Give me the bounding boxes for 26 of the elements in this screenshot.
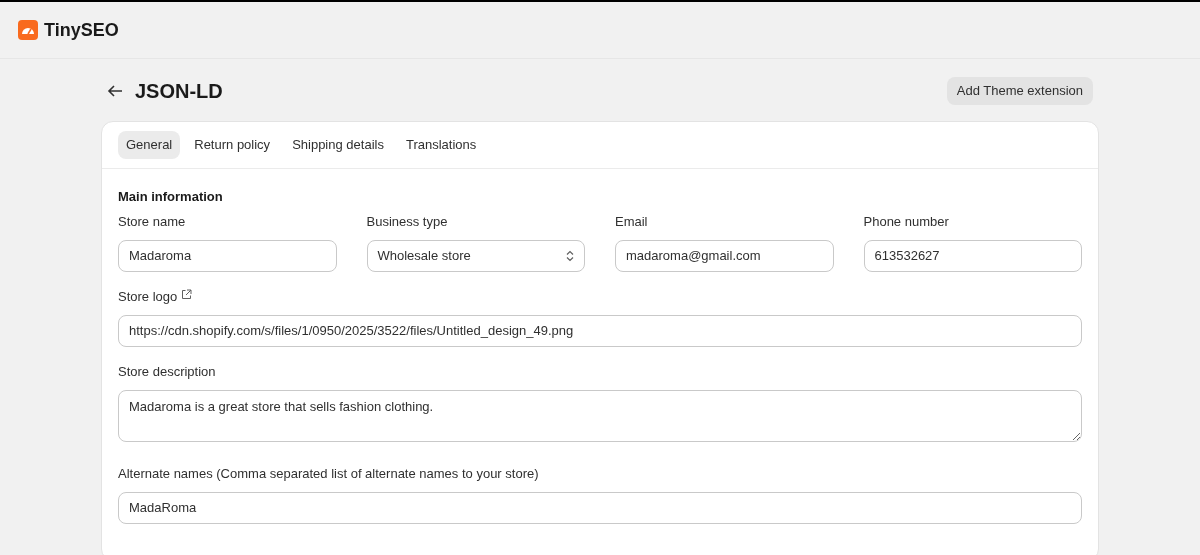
section-title: Main information	[118, 188, 224, 206]
select-field[interactable]: Wholesale store	[366, 239, 585, 272]
field-label: Phone number	[863, 212, 949, 231]
tab[interactable]: Shipping details	[284, 131, 392, 159]
input-field[interactable]: Madaroma	[118, 239, 337, 272]
input-field[interactable]: https://cdn.shopify.com/s/files/1/0950/2025/3522/files/Untitled_design_49.png	[118, 314, 1082, 347]
chevron-up-down-icon	[566, 249, 574, 262]
tab[interactable]: Return policy	[186, 131, 279, 159]
field-label: Business type	[366, 212, 448, 231]
field-label: Email	[615, 212, 648, 231]
back-arrow-icon[interactable]	[107, 84, 123, 98]
input-field[interactable]: madaroma@gmail.com	[615, 239, 834, 272]
app-name: TinySEO	[44, 18, 119, 42]
tab[interactable]: Translations	[397, 131, 485, 159]
field-label: Store description	[118, 362, 216, 381]
input-field[interactable]: 613532627	[863, 239, 1082, 272]
description-field[interactable]: Madaroma is a great store that sells fashion clothing.	[118, 389, 1082, 442]
field-label: Alternate names (Comma separated list of alternate names to your store)	[118, 464, 539, 483]
input-field[interactable]: MadaRoma	[118, 491, 1082, 524]
page-title: JSON-LD	[135, 79, 223, 104]
tab[interactable]: General	[118, 131, 181, 159]
field-label: Store logo	[118, 287, 178, 306]
add-theme-extension-button[interactable]: Add Theme extension	[946, 77, 1093, 105]
external-link-icon[interactable]	[181, 289, 193, 300]
logo-icon	[18, 20, 38, 40]
field-label: Store name	[118, 212, 186, 231]
